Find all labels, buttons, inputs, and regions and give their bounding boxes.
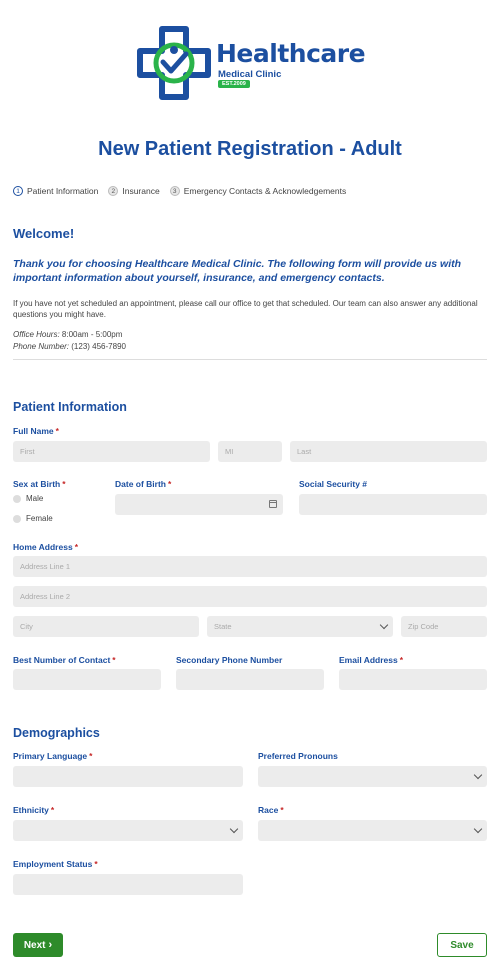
sex-male-radio[interactable]: Male bbox=[13, 494, 43, 503]
chevron-right-icon: › bbox=[48, 939, 53, 951]
logo-subtitle: Medical Clinic bbox=[218, 69, 282, 80]
email-input[interactable] bbox=[339, 669, 487, 690]
patient-information-heading: Patient Information bbox=[13, 400, 127, 414]
sex-female-radio[interactable]: Female bbox=[13, 514, 53, 523]
step-number: 1 bbox=[13, 186, 23, 196]
phone-number-value: (123) 456-7890 bbox=[69, 341, 126, 351]
phone-number-label: Phone Number: bbox=[13, 341, 70, 351]
date-of-birth-label: Date of Birth * bbox=[115, 479, 172, 489]
secondary-phone-input[interactable] bbox=[176, 669, 324, 690]
ethnicity-select[interactable] bbox=[13, 820, 243, 841]
date-of-birth-input[interactable] bbox=[115, 494, 283, 515]
last-name-input[interactable]: Last bbox=[290, 441, 487, 462]
best-contact-label: Best Number of Contact * bbox=[13, 655, 116, 665]
calendar-icon[interactable] bbox=[269, 500, 277, 508]
best-contact-input[interactable] bbox=[13, 669, 161, 690]
email-label: Email Address * bbox=[339, 655, 404, 665]
chevron-down-icon bbox=[473, 824, 483, 834]
demographics-heading: Demographics bbox=[13, 726, 100, 740]
step-emergency-contacts[interactable]: 3 Emergency Contacts & Acknowledgements bbox=[169, 186, 347, 196]
race-label: Race * bbox=[258, 805, 284, 815]
first-name-input[interactable]: First bbox=[13, 441, 210, 462]
next-button[interactable]: Next › bbox=[13, 933, 63, 957]
clinic-logo: Healthcare Medical Clinic EST.2009 bbox=[136, 25, 366, 103]
city-input[interactable]: City bbox=[13, 616, 199, 637]
page-title: New Patient Registration - Adult bbox=[98, 138, 402, 160]
office-hours-label: Office Hours: bbox=[13, 330, 60, 339]
employment-status-input[interactable] bbox=[13, 874, 243, 895]
employment-status-label: Employment Status * bbox=[13, 859, 98, 869]
radio-circle bbox=[13, 494, 21, 503]
logo-est-badge: EST.2009 bbox=[218, 80, 250, 88]
save-button[interactable]: Save bbox=[437, 933, 487, 957]
primary-language-input[interactable] bbox=[13, 766, 243, 787]
save-button-label: Save bbox=[450, 939, 474, 951]
office-contact-info: Office Hours: 8:00am - 5:00pm Phone Numb… bbox=[13, 329, 126, 352]
ethnicity-label: Ethnicity * bbox=[13, 805, 55, 815]
home-address-label: Home Address * bbox=[13, 542, 78, 552]
chevron-down-icon bbox=[229, 824, 239, 834]
address-line-1-input[interactable]: Address Line 1 bbox=[13, 556, 487, 577]
logo-wordmark: Healthcare bbox=[216, 39, 366, 68]
step-label: Insurance bbox=[122, 186, 160, 196]
radio-circle bbox=[13, 514, 21, 523]
divider bbox=[13, 359, 487, 360]
step-indicator: 1 Patient Information 2 Insurance 3 Emer… bbox=[13, 186, 356, 196]
welcome-heading: Welcome! bbox=[13, 226, 75, 241]
step-number: 3 bbox=[169, 186, 180, 196]
middle-initial-input[interactable]: MI bbox=[218, 441, 282, 462]
preferred-pronouns-select[interactable] bbox=[258, 766, 487, 787]
address-line-2-input[interactable]: Address Line 2 bbox=[13, 586, 487, 607]
appointment-info: If you have not yet scheduled an appoint… bbox=[13, 299, 478, 319]
step-label: Emergency Contacts & Acknowledgements bbox=[183, 186, 347, 196]
preferred-pronouns-label: Preferred Pronouns bbox=[258, 751, 338, 761]
ssn-input[interactable] bbox=[299, 494, 487, 515]
office-hours-value: 8:00am - 5:00pm bbox=[59, 330, 123, 339]
chevron-down-icon bbox=[473, 770, 483, 780]
state-select[interactable]: State bbox=[207, 616, 393, 637]
chevron-down-icon bbox=[379, 620, 389, 630]
welcome-message: Thank you for choosing Healthcare Medica… bbox=[13, 258, 462, 284]
step-patient-information[interactable]: 1 Patient Information bbox=[13, 186, 98, 196]
medical-cross-icon bbox=[137, 26, 211, 100]
step-insurance[interactable]: 2 Insurance bbox=[108, 186, 160, 196]
zip-code-input[interactable]: Zip Code bbox=[401, 616, 487, 637]
step-label: Patient Information bbox=[27, 186, 99, 196]
next-button-label: Next bbox=[23, 939, 46, 951]
ssn-label: Social Security # bbox=[299, 479, 368, 489]
secondary-phone-label: Secondary Phone Number bbox=[176, 655, 283, 665]
race-select[interactable] bbox=[258, 820, 487, 841]
primary-language-label: Primary Language * bbox=[13, 751, 93, 761]
sex-at-birth-label: Sex at Birth * bbox=[13, 479, 66, 489]
full-name-label: Full Name * bbox=[13, 426, 59, 436]
step-number: 2 bbox=[108, 186, 119, 196]
